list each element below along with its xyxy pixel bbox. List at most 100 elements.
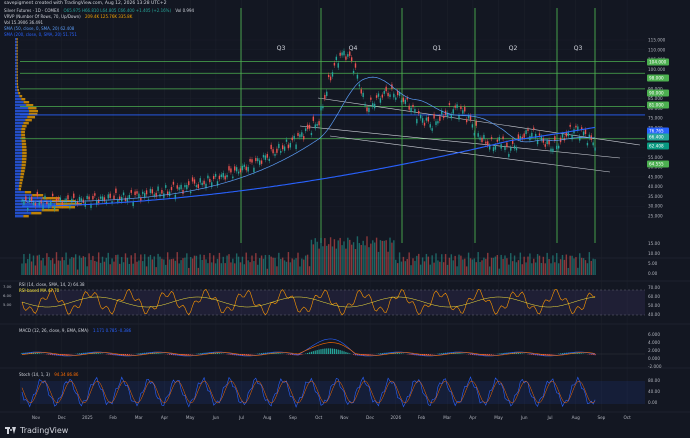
candle-body-152: [312, 116, 315, 121]
volume-bar-286: [569, 255, 571, 275]
macd-hist-135: [280, 353, 282, 354]
candle-body-98: [209, 178, 211, 183]
candle-body-11: [42, 204, 44, 209]
vp-down-45: [20, 173, 25, 176]
volume-bar-31: [80, 257, 83, 275]
rsi-ma-label: RSI-based MA 47.70: [19, 288, 60, 293]
volume-bar-55: [126, 257, 129, 275]
candle-body-227: [456, 104, 458, 109]
candle-body-277: [552, 148, 554, 152]
macd-hist-260: [519, 353, 521, 354]
macd-hist-266: [531, 354, 533, 355]
volume-tick-1: 10.00: [648, 251, 660, 256]
volume-bar-163: [333, 239, 336, 275]
candle-body-199: [402, 97, 405, 102]
macd-hist-197: [398, 353, 401, 354]
volume-bar-221: [444, 254, 447, 275]
vrvp-legend[interactable]: VRVP (Number Of Rows, 70, Up/Down) 209.4…: [4, 14, 132, 19]
candle-body-6: [32, 202, 35, 205]
volume-bar-149: [306, 254, 309, 275]
vp-up-32: [15, 134, 22, 137]
candle-body-127: [264, 155, 267, 160]
volume-bar-66: [147, 256, 150, 275]
volume-legend[interactable]: Vol 15.3906 36.491: [4, 20, 43, 25]
candle-body-37: [92, 195, 94, 200]
sma50-legend[interactable]: SMA (50, close, 0, SMA, 20) 62.408: [4, 26, 74, 31]
candle-body-231: [464, 106, 466, 112]
volume-bar-126: [262, 258, 265, 275]
volume-bar-239: [479, 261, 481, 275]
vp-down-23: [28, 107, 37, 110]
vp-up-23: [15, 107, 29, 110]
volume-bar-225: [452, 260, 454, 275]
volume-bar-277: [552, 255, 554, 275]
volume-bar-90: [193, 255, 196, 275]
macd-hist-30: [78, 353, 81, 354]
price-badge-label-5: 66.400: [649, 135, 664, 140]
macd-hist-275: [548, 354, 550, 356]
volume-bar-34: [86, 266, 88, 275]
candle-body-145: [299, 134, 301, 138]
stoch-legend[interactable]: Stoch (14, 1, 3) 94.34 86.86: [19, 372, 78, 377]
price-badge-label-3: 81.000: [649, 103, 664, 108]
volume-bar-68: [151, 259, 154, 275]
volume-bar-139: [287, 252, 290, 275]
candle-body-123: [257, 158, 259, 162]
volume-bar-243: [487, 252, 489, 275]
vp-down-7: [16, 59, 18, 62]
candle-body-148: [304, 128, 307, 131]
sma50-line: [21, 76, 596, 203]
vp-up-22: [15, 104, 27, 107]
symbol-legend[interactable]: Silver Futures · 1D · COMEX O65.975 H66.…: [4, 8, 194, 13]
volume-bar-118: [247, 260, 249, 275]
sma200-legend[interactable]: SMA (200, close, 0, SMA, 20) 51.751: [4, 32, 77, 37]
rsi-ma-legend[interactable]: RSI-based MA 47.70: [19, 288, 59, 293]
volume-bar-125: [260, 255, 263, 275]
tradingview-logo[interactable]: TradingView: [5, 426, 68, 435]
time-tick-16: Mar: [443, 415, 451, 420]
vp-down-46: [20, 176, 24, 179]
candle-body-154: [316, 124, 318, 126]
candle-body-46: [109, 193, 111, 198]
volume-bar-37: [92, 255, 94, 275]
volume-bar-140: [289, 262, 292, 275]
macd-hist-297: [590, 354, 592, 355]
vp-down-21: [23, 101, 30, 104]
chart-area[interactable]: 115.000110.000105.000100.00095.00090.000…: [0, 0, 690, 438]
volume-bar-280: [557, 263, 560, 275]
candle-body-179: [364, 103, 366, 106]
volume-bar-43: [103, 261, 106, 275]
time-tick-8: Jul: [238, 415, 244, 420]
chart-canvas[interactable]: 115.000110.000105.000100.00095.00090.000…: [0, 0, 690, 438]
rsi-legend[interactable]: RSI (14, close, SMA, 14, 2) 64.38: [19, 282, 85, 287]
vp-down-58: [31, 212, 42, 215]
candle-body-110: [232, 176, 234, 179]
volume-bar-278: [554, 262, 556, 275]
volume-bar-131: [272, 257, 274, 275]
volume-bar-39: [96, 261, 98, 275]
vp-down-28: [23, 122, 29, 125]
macd-hist-218: [439, 353, 441, 354]
candle-body-117: [245, 166, 247, 171]
macd-hist-276: [550, 354, 552, 355]
candle-body-103: [218, 175, 221, 180]
price-badge-label-6: 62.408: [649, 144, 664, 149]
volume-bar-195: [395, 259, 397, 275]
candle-body-40: [97, 199, 100, 204]
macd-legend[interactable]: MACD (12, 26, close, 9, EMA, EMA) 1.171 …: [19, 328, 131, 333]
volume-bar-147: [303, 259, 305, 275]
candle-body-87: [188, 181, 190, 186]
volume-bar-7: [34, 265, 37, 275]
vp-up-6: [15, 56, 17, 59]
candle-body-43: [103, 197, 106, 202]
volume-bar-57: [130, 255, 132, 275]
vp-down-50: [18, 188, 22, 191]
volume-bar-282: [561, 254, 564, 275]
macd-hist-124: [259, 353, 261, 354]
vp-up-38: [15, 152, 23, 155]
vp-up-24: [15, 110, 30, 113]
candle-body-213: [429, 124, 431, 128]
ohlc-values: O65.975 H66.810 L64.805 C66.400 +1.405 (…: [63, 8, 172, 13]
volume-bar-236: [473, 258, 476, 275]
volume-bar-197: [398, 252, 401, 275]
